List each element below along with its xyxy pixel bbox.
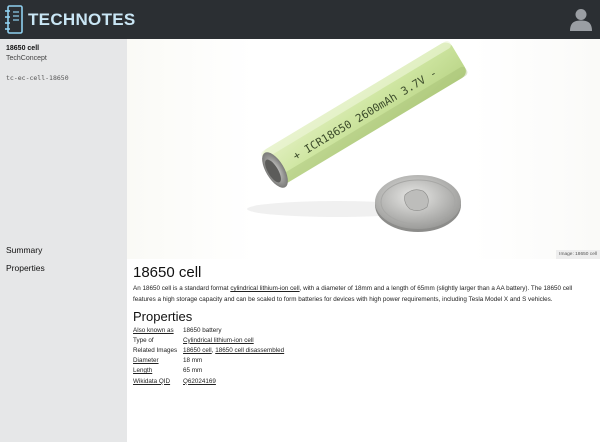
- sidebar-identifier: tc-ec-cell-18650: [6, 74, 69, 82]
- property-label-wikidata-qid[interactable]: Wikidata QID: [133, 378, 183, 385]
- battery-label: + ICR18650 2600mAh 3.7V -: [291, 66, 440, 162]
- intro-text-start: An 18650 cell is a standard format: [133, 285, 231, 292]
- top-bar: TECHNOTES: [0, 0, 600, 39]
- property-label-also-known-as[interactable]: Also known as: [133, 327, 183, 334]
- wikidata-qid-link[interactable]: Q62024169: [183, 378, 216, 385]
- cylindrical-cell-link[interactable]: cylindrical lithium-ion cell: [230, 285, 299, 292]
- hero-image: + ICR18650 2600mAh 3.7V - Image: 18650 c…: [127, 39, 600, 259]
- property-row: Also known as 18650 battery: [133, 325, 595, 335]
- sidebar-subtitle: TechConcept: [6, 55, 47, 62]
- notebook-icon: [5, 5, 23, 34]
- property-row: Wikidata QID Q62024169: [133, 376, 595, 386]
- type-of-link[interactable]: Cylindrical lithium-ion cell: [183, 337, 254, 344]
- property-value: 18 mm: [183, 357, 203, 365]
- property-row: Type of Cylindrical lithium-ion cell: [133, 335, 595, 345]
- property-label-diameter[interactable]: Diameter: [133, 357, 183, 364]
- article: 18650 cell An 18650 cell is a standard f…: [133, 264, 595, 386]
- property-label-length[interactable]: Length: [133, 367, 183, 374]
- image-caption: Image: 18650 cell: [556, 250, 600, 259]
- sidebar: 18650 cell TechConcept tc-ec-cell-18650 …: [0, 39, 127, 442]
- battery-photo: + ICR18650 2600mAh 3.7V -: [247, 41, 468, 232]
- page-title: 18650 cell: [133, 264, 202, 281]
- properties-table: Also known as 18650 battery Type of Cyli…: [133, 325, 595, 386]
- user-avatar-icon[interactable]: [569, 7, 593, 31]
- property-value: 65 mm: [183, 367, 203, 375]
- property-label-type-of: Type of: [133, 336, 154, 344]
- related-image-link-1[interactable]: 18650 cell: [183, 347, 212, 354]
- property-row: Length 65 mm: [133, 366, 595, 376]
- brand-logo[interactable]: TECHNOTES: [4, 4, 136, 35]
- brand-name: TECHNOTES: [28, 9, 136, 29]
- property-row: Diameter 18 mm: [133, 356, 595, 366]
- sidebar-link-summary[interactable]: Summary: [6, 245, 42, 255]
- sidebar-title: 18650 cell: [6, 45, 40, 52]
- properties-heading: Properties: [133, 309, 193, 324]
- sidebar-link-properties[interactable]: Properties: [6, 263, 45, 273]
- related-image-link-2[interactable]: 18650 cell disassembled: [215, 347, 284, 354]
- property-row: Related Images 18650 cell, 18650 cell di…: [133, 346, 285, 354]
- property-value: 18650 battery: [183, 326, 222, 334]
- property-label-related-images: Related Images: [133, 346, 178, 354]
- intro-paragraph: An 18650 cell is a standard format cylin…: [133, 284, 595, 305]
